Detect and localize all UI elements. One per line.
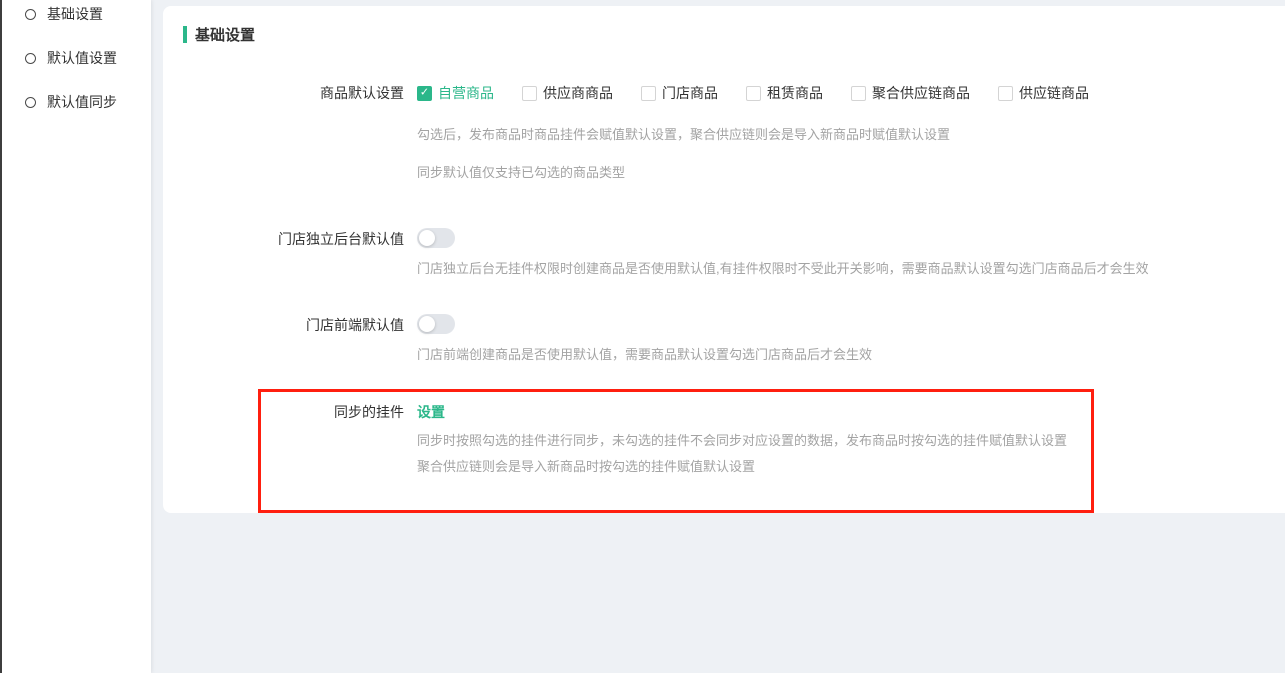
row-label: 门店前端默认值 [163, 314, 404, 336]
sidebar-item-label: 基础设置 [47, 4, 103, 24]
sidebar-item-basic-settings[interactable]: 基础设置 [2, 0, 151, 28]
checkbox-aggregated-supply-chain-product[interactable]: ✓ 聚合供应链商品 [851, 82, 970, 104]
row-store-frontend-default: 门店前端默认值 [163, 314, 1285, 336]
row-product-default: 商品默认设置 ✓ 自营商品 ✓ 供应商商品 ✓ 门店商品 ✓ 租赁商品 [163, 82, 1285, 104]
section-title: 基础设置 [183, 24, 255, 45]
product-type-checkbox-group: ✓ 自营商品 ✓ 供应商商品 ✓ 门店商品 ✓ 租赁商品 ✓ 聚合供应链商品 [417, 82, 1089, 104]
checkbox-supply-chain-product[interactable]: ✓ 供应链商品 [998, 82, 1089, 104]
checkbox-lease-product[interactable]: ✓ 租赁商品 [746, 82, 823, 104]
store-backend-default-toggle[interactable] [417, 228, 455, 248]
hint-store-frontend: 门店前端创建商品是否使用默认值，需要商品默认设置勾选门店商品后才会生效 [417, 347, 1265, 363]
toggle-knob [419, 230, 435, 246]
check-icon: ✓ [420, 87, 429, 98]
settings-panel: 基础设置 商品默认设置 ✓ 自营商品 ✓ 供应商商品 ✓ 门店商品 ✓ [163, 6, 1285, 513]
checkbox-icon: ✓ [998, 86, 1013, 101]
row-label: 同步的挂件 [163, 401, 404, 423]
sidebar-item-label: 默认值同步 [47, 92, 117, 112]
radio-circle-icon [25, 97, 36, 108]
radio-circle-icon [25, 53, 36, 64]
row-store-backend-default: 门店独立后台默认值 [163, 228, 1285, 250]
checkbox-icon: ✓ [851, 86, 866, 101]
hint-sync-widget-2: 聚合供应链则会是导入新商品时按勾选的挂件赋值默认设置 [417, 459, 1265, 475]
checkbox-icon: ✓ [641, 86, 656, 101]
radio-circle-icon [25, 9, 36, 20]
hint-product-default-2: 同步默认值仅支持已勾选的商品类型 [417, 165, 1265, 181]
checkbox-self-operated-product[interactable]: ✓ 自营商品 [417, 82, 494, 104]
hint-product-default-1: 勾选后，发布商品时商品挂件会赋值默认设置，聚合供应链则会是导入新商品时赋值默认设… [417, 127, 1265, 143]
sidebar-item-label: 默认值设置 [47, 48, 117, 68]
row-sync-widget: 同步的挂件 设置 [163, 401, 1285, 423]
toggle-knob [419, 316, 435, 332]
store-frontend-default-toggle[interactable] [417, 314, 455, 334]
sync-widget-settings-link[interactable]: 设置 [417, 401, 445, 423]
settings-sidebar: 基础设置 默认值设置 默认值同步 [2, 0, 151, 673]
checkbox-supplier-product[interactable]: ✓ 供应商商品 [522, 82, 613, 104]
sidebar-item-default-value-settings[interactable]: 默认值设置 [2, 44, 151, 72]
sidebar-item-default-value-sync[interactable]: 默认值同步 [2, 88, 151, 116]
hint-store-backend: 门店独立后台无挂件权限时创建商品是否使用默认值,有挂件权限时不受此开关影响，需要… [417, 261, 1265, 277]
checkbox-store-product[interactable]: ✓ 门店商品 [641, 82, 718, 104]
hint-sync-widget-1: 同步时按照勾选的挂件进行同步，未勾选的挂件不会同步对应设置的数据，发布商品时按勾… [417, 433, 1265, 449]
row-label: 商品默认设置 [163, 82, 404, 104]
checkbox-icon: ✓ [417, 86, 432, 101]
section-title-text: 基础设置 [195, 24, 255, 45]
checkbox-icon: ✓ [522, 86, 537, 101]
title-accent-bar [183, 26, 187, 43]
checkbox-icon: ✓ [746, 86, 761, 101]
row-label: 门店独立后台默认值 [163, 228, 404, 250]
